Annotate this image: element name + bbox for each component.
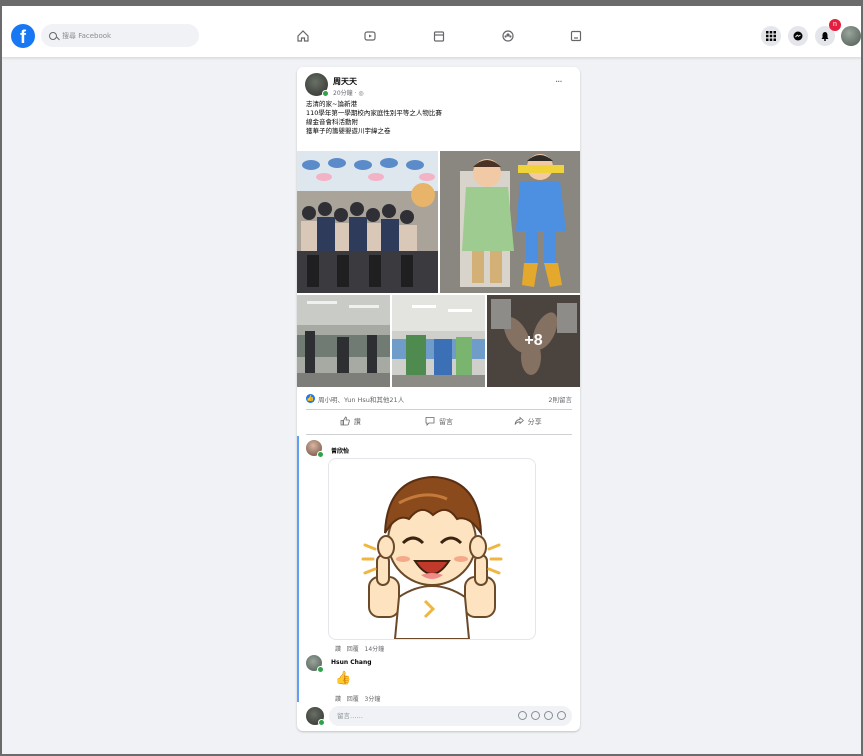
online-status-dot [322, 90, 329, 97]
comment-reply-link[interactable]: 回覆 [347, 646, 359, 653]
post-card: 周天天 20分鐘 · ◎ ··· 志清的家~論新港 110學年第一學期校內家庭性… [297, 67, 580, 731]
gaming-icon[interactable] [567, 27, 585, 45]
notification-badge: n [829, 19, 841, 31]
photo-classroom-1[interactable] [297, 295, 390, 387]
comment-meta: 讚 回覆 3分鐘 [335, 694, 380, 703]
comment-button[interactable]: 留言 [395, 413, 484, 431]
post-text-line: 110學年第一學期校內家庭性別平等之人物比賽 [306, 109, 442, 117]
online-status-dot [318, 719, 325, 726]
menu-grid-icon[interactable] [761, 26, 781, 46]
groups-icon[interactable] [499, 27, 517, 45]
emoji-icon[interactable] [518, 711, 527, 720]
post-text: 志清的家~論新港 110學年第一學期校內家庭性別平等之人物比賽 線金音會科活動附… [306, 100, 442, 136]
comment-time[interactable]: 3分鐘 [365, 696, 381, 703]
comment-meta: 讚 回覆 14分鐘 [335, 644, 384, 653]
top-navigation-bar: f 搜尋 Facebook n [2, 6, 861, 58]
photo-group-students[interactable] [297, 151, 438, 293]
like-reaction-icon: 👍 [306, 394, 315, 403]
comment-time[interactable]: 14分鐘 [365, 646, 385, 653]
watch-icon[interactable] [361, 27, 379, 45]
reactions-text[interactable]: 周小明、Yun Hsu和其他21人 [318, 394, 404, 404]
photo-grid: +8 [297, 151, 580, 387]
globe-icon: ◎ [358, 90, 364, 97]
post-text-line: 獲華子的籌嬰嬰遊川宇緯之卷 [306, 127, 391, 135]
home-icon[interactable] [294, 27, 312, 45]
photo-more[interactable]: +8 [487, 295, 580, 387]
divider [306, 409, 572, 410]
post-text-line: 線金音會科活動附 [306, 118, 358, 126]
photo-classroom-2[interactable] [392, 295, 485, 387]
comment-like-link[interactable]: 讚 [335, 696, 341, 703]
reactions-bar[interactable]: 👍 周小明、Yun Hsu和其他21人 2則留言 [306, 393, 572, 405]
online-status-dot [317, 666, 324, 673]
more-photos-count[interactable]: +8 [487, 295, 580, 387]
post-text-line: 志清的家~論新港 [306, 100, 357, 108]
author-name[interactable]: 周天天 [333, 76, 357, 87]
comment-tools [518, 711, 566, 720]
search-placeholder: 搜尋 Facebook [62, 31, 112, 40]
comment-like-link[interactable]: 讚 [335, 646, 341, 653]
search-icon [49, 31, 57, 40]
account-avatar[interactable] [841, 26, 861, 46]
divider [306, 434, 572, 435]
comment-count[interactable]: 2則留言 [548, 394, 572, 404]
share-icon [514, 416, 524, 428]
comment-thread-line [297, 436, 299, 702]
post-more-button[interactable]: ··· [555, 77, 562, 88]
share-button[interactable]: 分享 [483, 413, 572, 431]
write-comment-row: 留言…… [306, 706, 572, 726]
comment-label: 留言 [439, 418, 453, 426]
post-actions: 讚 留言 分享 [306, 413, 572, 431]
commenter-name[interactable]: 曾欣怡 [331, 446, 349, 455]
online-status-dot [317, 451, 324, 458]
commenter-name[interactable]: Hsun Chang [331, 659, 372, 666]
sticker-thumbs-up-boy [328, 458, 536, 640]
comment-icon [425, 416, 435, 428]
comment-reply-link[interactable]: 回覆 [347, 696, 359, 703]
gif-icon[interactable] [544, 711, 553, 720]
marketplace-icon[interactable] [430, 27, 448, 45]
sticker-icon[interactable] [557, 711, 566, 720]
like-label: 讚 [353, 418, 361, 426]
like-button[interactable]: 讚 [306, 413, 395, 431]
messenger-icon[interactable] [788, 26, 808, 46]
thumbs-up-emoji-icon: 👍 [335, 671, 352, 686]
camera-icon[interactable] [531, 711, 540, 720]
photo-paper-dolls[interactable] [440, 151, 580, 293]
search-input[interactable]: 搜尋 Facebook [41, 24, 199, 47]
post-timestamp[interactable]: 20分鐘 · ◎ [333, 88, 364, 97]
thumbs-up-icon [340, 416, 350, 428]
share-label: 分享 [527, 418, 542, 426]
facebook-logo[interactable]: f [11, 24, 35, 48]
